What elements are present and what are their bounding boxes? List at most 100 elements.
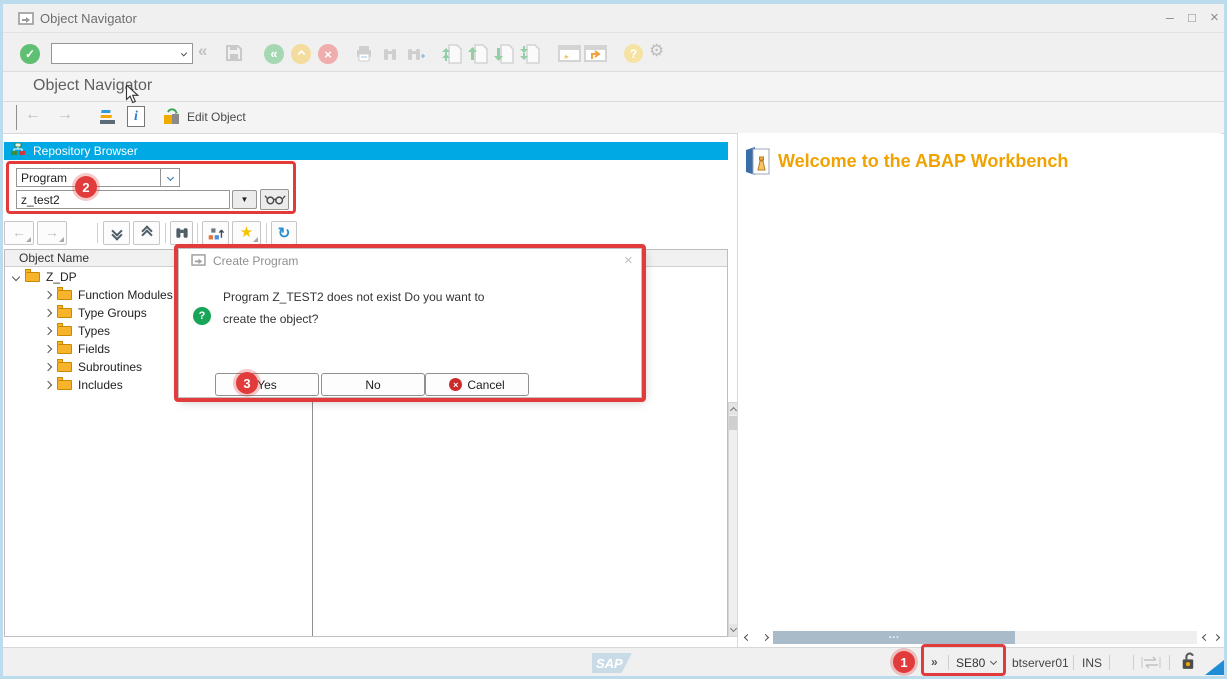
tree-row[interactable]: Type Groups (45, 304, 147, 322)
tree-row[interactable]: Types (45, 322, 110, 340)
favorites-button[interactable]: ★ (232, 221, 261, 245)
customize-layout-icon[interactable]: ⚙ (649, 41, 664, 61)
dialog-titlebar: Create Program × (179, 249, 641, 273)
status-overflow-icon[interactable]: » (931, 655, 938, 669)
close-icon[interactable]: × (1210, 9, 1219, 26)
object-name-input[interactable] (17, 193, 229, 207)
first-page-icon[interactable] (442, 43, 462, 68)
cancel-button[interactable]: × Cancel (425, 373, 529, 396)
hierarchy-icon (11, 143, 25, 159)
tree-item-label[interactable]: Includes (78, 378, 123, 392)
edit-object-icon[interactable] (161, 107, 182, 131)
no-button[interactable]: No (321, 373, 425, 396)
layers-icon[interactable] (97, 107, 117, 130)
status-separator (1073, 655, 1074, 670)
transaction-code[interactable]: SE80 (956, 656, 985, 670)
chevron-down-icon[interactable] (990, 658, 997, 665)
previous-page-icon[interactable] (468, 43, 488, 68)
hscroll-right-button[interactable] (758, 631, 773, 644)
info-icon[interactable]: i (127, 106, 145, 127)
input-mode: INS (1082, 656, 1102, 670)
dialog-window-icon (191, 254, 206, 269)
chevron-collapsed-icon[interactable] (44, 327, 52, 335)
edit-object-label[interactable]: Edit Object (187, 110, 246, 124)
save-icon[interactable] (224, 43, 244, 66)
tree-item-label[interactable]: Type Groups (78, 306, 147, 320)
network-speed-icon[interactable] (1205, 660, 1224, 675)
display-object-list-button[interactable] (202, 221, 229, 245)
tree-item-label[interactable]: Fields (78, 342, 110, 356)
find-icon[interactable] (380, 44, 400, 67)
expand-all-button[interactable] (103, 221, 130, 245)
refresh-button[interactable]: ↻ (271, 221, 297, 245)
hscroll-left-button[interactable] (740, 631, 755, 644)
toolbar-separator (266, 223, 267, 243)
x-icon: × (324, 47, 332, 62)
chevron-collapsed-icon[interactable] (44, 309, 52, 317)
command-field[interactable] (51, 43, 193, 64)
hscroll-left-button2[interactable] (1199, 631, 1211, 644)
help-icon: ? (630, 47, 637, 61)
exit-button[interactable] (291, 44, 311, 64)
maximize-icon[interactable]: □ (1188, 10, 1196, 25)
next-page-icon[interactable] (494, 43, 514, 68)
yes-button[interactable]: Yes (215, 373, 319, 396)
select-dropdown-button[interactable] (160, 169, 179, 186)
chevron-collapsed-icon[interactable] (44, 381, 52, 389)
scroll-down-button[interactable] (729, 624, 737, 636)
window-border-left (0, 0, 3, 679)
tree-item-label[interactable]: Types (78, 324, 110, 338)
find-next-icon[interactable] (404, 44, 426, 67)
help-button[interactable]: ? (624, 44, 643, 63)
double-chevron-up-icon (299, 53, 304, 55)
tree-find-button[interactable] (170, 221, 193, 245)
tree-root-row[interactable]: Z_DP (13, 268, 77, 286)
chevron-collapsed-icon[interactable] (44, 345, 52, 353)
last-page-icon[interactable] (520, 43, 540, 68)
navigate-forward-icon[interactable]: → (57, 106, 73, 124)
new-session-icon[interactable] (558, 45, 581, 66)
status-separator (1169, 655, 1170, 670)
welcome-title: Welcome to the ABAP Workbench (778, 151, 1068, 172)
minimize-icon[interactable]: – (1166, 9, 1174, 25)
dialog-close-icon[interactable]: × (624, 252, 633, 269)
cancel-button[interactable]: × (318, 44, 338, 64)
tree-row[interactable]: Subroutines (45, 358, 142, 376)
tree-root-label[interactable]: Z_DP (46, 270, 77, 284)
tree-item-label[interactable]: Function Modules (78, 288, 173, 302)
chevron-collapsed-icon[interactable] (44, 363, 52, 371)
tree-row[interactable]: Includes (45, 376, 123, 394)
collapse-all-button[interactable] (133, 221, 160, 245)
horizontal-scrollbar[interactable]: ··· (773, 631, 1197, 644)
object-type-select[interactable]: Program (16, 168, 180, 187)
unlocked-icon[interactable] (1180, 651, 1197, 675)
tree-item-label[interactable]: Subroutines (78, 360, 142, 374)
value-help-button[interactable]: ▼ (232, 190, 257, 209)
tree-forward-button[interactable]: → (37, 221, 67, 245)
command-input[interactable] (52, 47, 182, 61)
status-separator (948, 655, 949, 670)
tree-back-button[interactable]: ← (4, 221, 34, 245)
enter-button[interactable]: ✓ (20, 44, 40, 64)
object-name-field[interactable] (16, 190, 230, 209)
object-list-icon (207, 225, 224, 242)
print-icon[interactable] (354, 44, 374, 67)
collapse-commandfield-icon[interactable]: « (198, 41, 207, 61)
scrollbar-thumb[interactable]: ··· (773, 631, 1015, 644)
create-shortcut-icon[interactable] (584, 45, 607, 66)
scroll-up-button[interactable] (729, 403, 737, 415)
tree-row[interactable]: Fields (45, 340, 110, 358)
display-button[interactable] (260, 189, 289, 210)
chevron-expanded-icon[interactable] (12, 273, 20, 281)
glasses-icon (264, 193, 286, 206)
chevron-collapsed-icon[interactable] (44, 291, 52, 299)
hscroll-right-button2[interactable] (1211, 631, 1222, 644)
navigate-back-icon[interactable]: ← (25, 106, 41, 124)
scrollbar-thumb[interactable] (729, 416, 737, 430)
folder-icon (57, 326, 72, 336)
tree-column-title: Object Name (19, 251, 89, 265)
tree-row[interactable]: Function Modules (45, 286, 173, 304)
window-border-top (0, 0, 1227, 4)
back-button[interactable]: « (264, 44, 284, 64)
dialog-message-line2: create the object? (223, 312, 318, 326)
